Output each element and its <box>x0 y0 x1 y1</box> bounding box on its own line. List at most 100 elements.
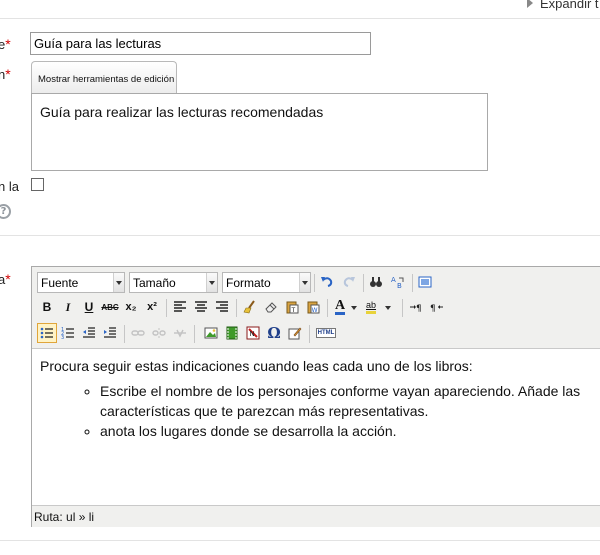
fullscreen-button[interactable] <box>415 272 435 292</box>
editor-content-area[interactable]: Procura seguir estas indicaciones cuando… <box>32 349 600 505</box>
font-family-select[interactable]: Fuente <box>37 272 125 293</box>
ltr-icon: ¶ <box>410 304 422 314</box>
html-source-label: HTML <box>315 328 337 338</box>
font-size-select[interactable]: Tamaño <box>129 272 218 293</box>
ltr-button[interactable]: ¶ <box>406 297 426 317</box>
outdent-icon <box>83 327 95 338</box>
font-color-button[interactable]: A <box>331 297 359 317</box>
cleanup-button[interactable] <box>240 297 260 317</box>
collapse-triangle-icon <box>527 0 533 8</box>
align-center-icon <box>195 301 207 312</box>
toolbar-separator <box>412 274 413 292</box>
content-intro: Procura seguir estas indicaciones cuando… <box>40 358 473 374</box>
replace-icon: AB <box>391 276 404 289</box>
svg-text:W: W <box>312 307 318 314</box>
chevron-down-icon <box>299 273 310 292</box>
paste-word-button[interactable]: W <box>303 297 323 317</box>
svg-text:B: B <box>397 282 402 289</box>
svg-text:¶: ¶ <box>416 304 422 314</box>
insert-media-button[interactable] <box>222 323 242 343</box>
italic-button[interactable]: I <box>58 297 78 317</box>
replace-button[interactable]: AB <box>388 272 408 292</box>
font-size-value: Tamaño <box>133 276 176 290</box>
subscript-button[interactable]: x₂ <box>121 297 141 317</box>
required-mark: * <box>5 66 11 82</box>
undo-button[interactable] <box>317 272 337 292</box>
name-input[interactable] <box>30 32 371 55</box>
paste-text-icon: T <box>286 301 299 314</box>
unlink-button[interactable] <box>149 323 169 343</box>
description-text: Guía para realizar las lecturas recomend… <box>40 104 324 120</box>
insert-special-char-button[interactable]: Ω <box>264 323 284 343</box>
align-left-button[interactable] <box>170 297 190 317</box>
toolbar-separator <box>314 274 315 292</box>
omega-icon: Ω <box>267 324 281 342</box>
help-icon[interactable]: ? <box>0 204 11 219</box>
ordered-list-button[interactable]: 123 <box>58 323 78 343</box>
rtl-icon: ¶ <box>430 304 443 314</box>
section-divider <box>0 18 600 19</box>
anchor-icon <box>174 329 186 338</box>
bold-button[interactable]: B <box>37 297 57 317</box>
required-mark: * <box>5 36 11 52</box>
remove-format-button[interactable] <box>261 297 281 317</box>
path-label: Ruta: <box>34 510 63 524</box>
toolbar-separator <box>309 325 310 343</box>
insert-link-button[interactable] <box>128 323 148 343</box>
chevron-down-icon <box>206 273 217 292</box>
numbered-list-icon: 123 <box>61 327 74 340</box>
svg-text:3: 3 <box>61 335 64 340</box>
format-select[interactable]: Formato <box>222 272 311 293</box>
unordered-list-button[interactable] <box>37 323 57 343</box>
show-description-checkbox[interactable] <box>31 178 44 191</box>
nolink-icon: N <box>246 326 260 340</box>
broom-icon <box>243 300 255 314</box>
html-source-button[interactable]: HTML <box>313 323 339 343</box>
underline-button[interactable]: U <box>79 297 99 317</box>
toolbar-separator <box>402 299 403 317</box>
rtl-button[interactable]: ¶ <box>427 297 447 317</box>
align-left-icon <box>174 301 186 312</box>
pencil-icon <box>288 327 302 340</box>
align-center-button[interactable] <box>191 297 211 317</box>
section-divider <box>0 540 600 541</box>
toolbar-separator <box>327 299 328 317</box>
chevron-down-icon <box>385 306 391 310</box>
toolbar-separator <box>236 299 237 317</box>
strikethrough-button[interactable]: ABC <box>100 297 120 317</box>
insert-image-button[interactable] <box>201 323 221 343</box>
insert-nolink-button[interactable]: N <box>243 323 263 343</box>
indent-icon <box>104 327 116 338</box>
font-color-letter: A <box>335 298 346 315</box>
expand-all-link[interactable]: Expandir t <box>527 0 599 11</box>
highlight-color-button[interactable]: ab <box>361 297 393 317</box>
editor-statusbar: Ruta: ul » li <box>32 505 600 527</box>
spellcheck-button[interactable] <box>285 323 305 343</box>
anchor-button[interactable] <box>170 323 190 343</box>
name-label: e* <box>0 36 11 52</box>
svg-text:N: N <box>250 330 255 338</box>
outdent-button[interactable] <box>79 323 99 343</box>
path-value[interactable]: ul » li <box>66 510 94 524</box>
chevron-down-icon <box>113 273 124 292</box>
svg-text:T: T <box>291 307 296 314</box>
show-editor-tools-button[interactable]: Mostrar herramientas de edición <box>31 61 177 94</box>
find-button[interactable] <box>366 272 386 292</box>
toolbar-separator <box>124 325 125 343</box>
rich-text-editor: Fuente Tamaño Formato AB B I U ABC x₂ x² <box>31 266 600 527</box>
unlink-icon <box>152 328 166 338</box>
description-textarea[interactable]: Guía para realizar las lecturas recomend… <box>31 93 488 171</box>
content-label: a* <box>0 271 11 287</box>
paste-text-button[interactable]: T <box>282 297 302 317</box>
redo-button[interactable] <box>339 272 359 292</box>
undo-icon <box>321 277 333 287</box>
expand-all-label: Expandir t <box>540 0 599 11</box>
superscript-button[interactable]: x² <box>142 297 162 317</box>
highlight-letters: ab <box>366 300 377 314</box>
film-icon <box>226 326 238 340</box>
indent-button[interactable] <box>100 323 120 343</box>
fullscreen-icon <box>418 276 432 288</box>
align-right-button[interactable] <box>212 297 232 317</box>
list-item: anota los lugares donde se desarrolla la… <box>100 421 597 441</box>
redo-icon <box>343 277 355 287</box>
